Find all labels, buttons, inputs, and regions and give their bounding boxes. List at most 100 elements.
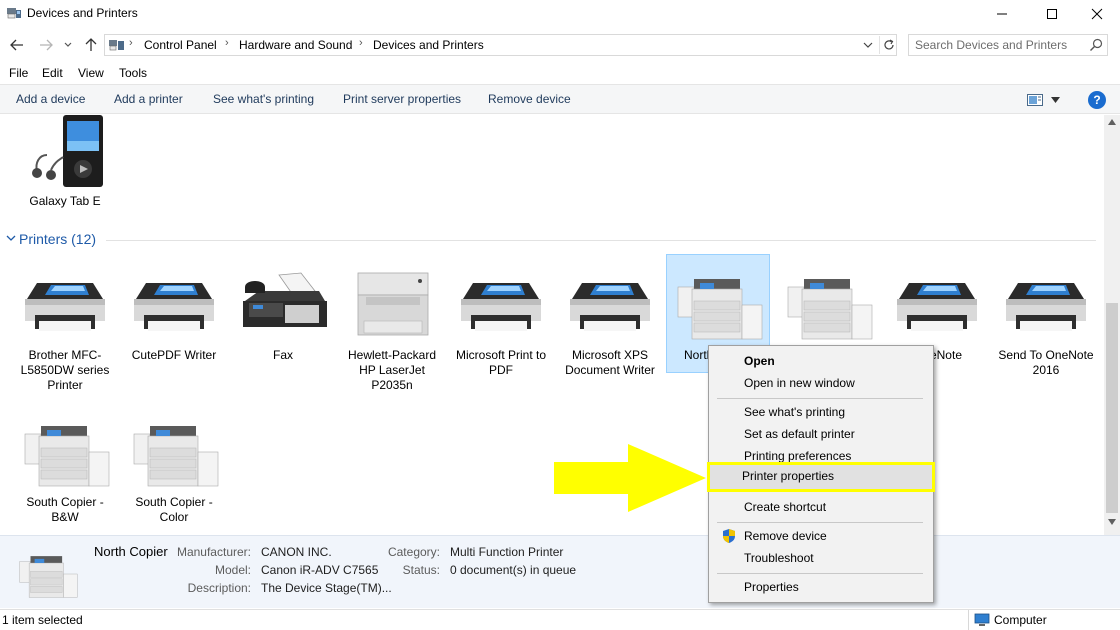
menu-file[interactable]: File [9, 66, 28, 80]
printer-icon [461, 283, 541, 331]
add-printer-button[interactable]: Add a printer [114, 92, 183, 106]
menu-edit[interactable]: Edit [42, 66, 63, 80]
device-label: Galaxy Tab E [29, 194, 101, 208]
close-button[interactable] [1074, 0, 1120, 28]
computer-label: Computer [994, 613, 1047, 627]
laser-printer-icon [357, 272, 429, 336]
details-pane: North Copier Manufacturer: CANON INC. Mo… [0, 535, 1120, 608]
context-menu-troubleshoot[interactable]: Troubleshoot [711, 547, 931, 569]
back-arrow-icon [10, 39, 23, 51]
breadcrumb-hardware-and-sound[interactable]: Hardware and Sound [239, 38, 352, 52]
control-panel-icon [109, 40, 124, 51]
copier-icon [787, 279, 873, 340]
scroll-down-icon[interactable] [1108, 519, 1116, 525]
menu-view[interactable]: View [78, 66, 104, 80]
breadcrumb-separator: › [225, 37, 229, 49]
chevron-down-icon [6, 235, 16, 241]
maximize-button[interactable] [1029, 0, 1075, 28]
forward-button[interactable] [36, 36, 56, 54]
context-menu-open[interactable]: Open [711, 350, 931, 372]
category-value: Multi Function Printer [450, 545, 564, 559]
maximize-icon [1047, 9, 1057, 19]
printer-icon [25, 283, 105, 331]
printer-south-copier-color[interactable]: South Copier - Color [122, 412, 226, 525]
menu-item-label: Printer properties [742, 469, 835, 483]
context-menu-printer-properties[interactable]: Printer properties [707, 462, 935, 492]
up-arrow-icon [85, 38, 97, 51]
computer-icon [974, 613, 990, 626]
printer-label: Microsoft XPS Document Writer [565, 348, 655, 377]
breadcrumb-control-panel[interactable]: Control Panel [144, 38, 217, 52]
add-device-button[interactable]: Add a device [16, 92, 85, 106]
breadcrumb-separator: › [129, 37, 133, 49]
printer-copier-2[interactable] [776, 265, 880, 348]
printer-south-copier-bw[interactable]: South Copier - B&W [13, 412, 117, 525]
printer-microsoft-xps[interactable]: Microsoft XPS Document Writer [558, 265, 662, 378]
context-menu-properties[interactable]: Properties [711, 576, 931, 598]
menu-item-label: Remove device [744, 529, 827, 543]
printer-label: Hewlett-Packard HP LaserJet P2035n [347, 348, 437, 392]
up-button[interactable] [81, 36, 101, 54]
printer-microsoft-print-to-pdf[interactable]: Microsoft Print to PDF [449, 265, 553, 378]
window-title: Devices and Printers [27, 6, 138, 20]
manufacturer-label: Manufacturer: [176, 545, 251, 559]
breadcrumb-separator: › [359, 37, 363, 49]
printer-label: Brother MFC-L5850DW series Printer [20, 348, 110, 392]
model-label: Model: [214, 563, 251, 577]
menu-item-label: Set as default printer [744, 427, 855, 441]
status-divider [968, 610, 969, 630]
group-divider [106, 240, 1096, 241]
description-label: Description: [187, 581, 251, 595]
menu-separator [717, 522, 923, 523]
status-bar: 1 item selected Computer [0, 609, 1120, 630]
scroll-up-icon[interactable] [1108, 119, 1116, 125]
printer-icon [570, 283, 650, 331]
context-menu-see-whats-printing[interactable]: See what's printing [711, 401, 931, 423]
printer-cutepdf[interactable]: CutePDF Writer [122, 265, 226, 363]
printer-brother[interactable]: Brother MFC-L5850DW series Printer [13, 265, 117, 393]
search-input[interactable] [915, 38, 1085, 52]
selection-count: 1 item selected [2, 613, 83, 627]
context-menu-set-default-printer[interactable]: Set as default printer [711, 423, 931, 445]
search-icon[interactable] [1089, 38, 1103, 52]
scrollbar-thumb[interactable] [1106, 303, 1118, 513]
printer-label: South Copier - Color [135, 495, 213, 524]
devices-printers-icon [7, 8, 21, 19]
see-whats-printing-button[interactable]: See what's printing [213, 92, 314, 106]
print-server-properties-button[interactable]: Print server properties [343, 92, 461, 106]
menu-item-label: Troubleshoot [744, 551, 814, 565]
model-value: Canon iR-ADV C7565 [261, 563, 379, 577]
remove-device-button[interactable]: Remove device [488, 92, 571, 106]
selected-device-name: North Copier [94, 544, 168, 559]
context-menu-create-shortcut[interactable]: Create shortcut [711, 496, 931, 518]
menu-tools[interactable]: Tools [119, 66, 147, 80]
breadcrumb-devices-and-printers[interactable]: Devices and Printers [373, 38, 484, 52]
change-view-icon[interactable] [1027, 94, 1043, 106]
refresh-button[interactable] [879, 36, 897, 54]
fax-icon [243, 272, 327, 327]
printers-group-header[interactable]: Printers (12) [6, 231, 1096, 249]
printer-hp-laserjet[interactable]: Hewlett-Packard HP LaserJet P2035n [340, 265, 444, 393]
address-dropdown-icon[interactable] [863, 41, 873, 49]
minimize-button[interactable] [979, 0, 1025, 28]
printer-send-to-onenote-2016[interactable]: Send To OneNote 2016 [994, 265, 1098, 378]
copier-icon [677, 279, 763, 340]
menu-item-label: Properties [744, 580, 799, 594]
printer-icon [1006, 283, 1086, 331]
search-box[interactable] [908, 34, 1108, 56]
manufacturer-value: CANON INC. [261, 545, 332, 559]
help-button[interactable]: ? [1088, 91, 1106, 109]
printer-fax[interactable]: Fax [231, 265, 335, 363]
context-menu-remove-device[interactable]: Remove device [711, 525, 931, 547]
menu-separator [717, 573, 923, 574]
context-menu: Open Open in new window See what's print… [707, 345, 935, 603]
recent-locations-button[interactable] [61, 36, 75, 54]
view-options-dropdown-icon[interactable] [1051, 97, 1060, 103]
back-button[interactable] [7, 36, 27, 54]
context-menu-open-new-window[interactable]: Open in new window [711, 372, 931, 394]
address-bar[interactable]: › Control Panel › Hardware and Sound › D… [104, 34, 897, 56]
minimize-icon [997, 13, 1007, 15]
vertical-scrollbar[interactable] [1104, 115, 1120, 535]
device-galaxy-tab-e[interactable]: Galaxy Tab E [13, 115, 117, 209]
command-bar: Add a device Add a printer See what's pr… [0, 84, 1120, 114]
